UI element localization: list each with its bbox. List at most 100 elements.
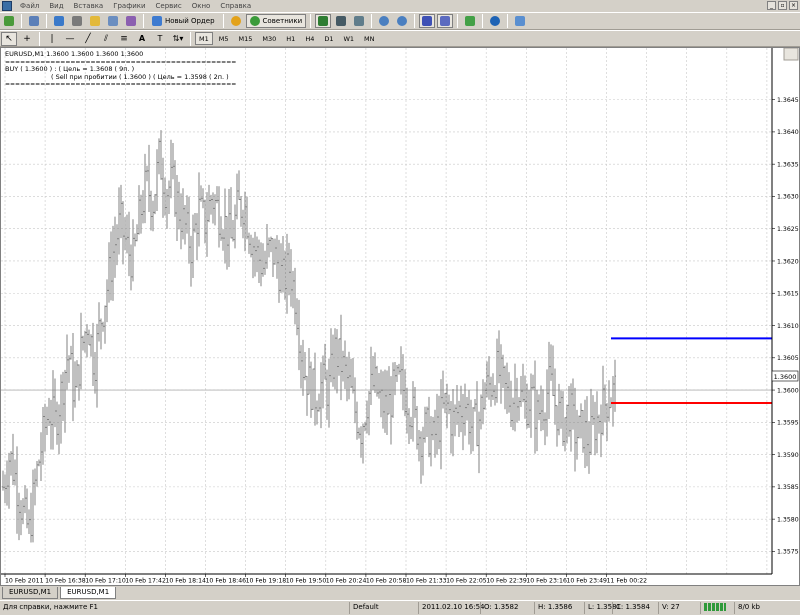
timeframe-m15[interactable]: M15 — [235, 32, 257, 45]
zoom-in-button[interactable] — [376, 14, 392, 28]
cursor-button[interactable]: ↖ — [1, 31, 17, 46]
menu-file[interactable]: Файл — [15, 2, 44, 10]
new-order-icon — [152, 16, 162, 26]
fibonacci-button[interactable]: ≡ — [116, 32, 132, 46]
menu-view[interactable]: Вид — [44, 2, 68, 10]
experts-label: Советники — [262, 17, 303, 25]
toolbar-separator — [482, 14, 484, 28]
tab-eurusd-m1[interactable]: EURUSD,M1 — [2, 587, 59, 599]
timeframe-d1[interactable]: D1 — [320, 32, 337, 45]
toolbar-separator — [457, 14, 459, 28]
app-icon — [2, 1, 12, 11]
line-chart-button[interactable] — [351, 14, 367, 28]
menu-tools[interactable]: Сервис — [151, 2, 187, 10]
data-window-button[interactable] — [87, 14, 103, 28]
menu-window[interactable]: Окно — [187, 2, 216, 10]
status-close: C: 1.3584 — [612, 602, 650, 614]
status-open: O: 1.3582 — [480, 602, 518, 614]
arrows-button[interactable]: ⇅▾ — [170, 32, 186, 46]
timeframe-m1[interactable]: M1 — [195, 32, 213, 45]
market-watch-button[interactable] — [51, 14, 67, 28]
x-tick-label: 10 Feb 22:39 — [486, 578, 527, 585]
crosshair-icon: + — [23, 33, 31, 44]
x-tick-label: 10 Feb 22:05 — [446, 578, 487, 585]
terminal-icon — [108, 16, 118, 26]
toolbar-separator — [371, 14, 373, 28]
text-button[interactable]: A — [134, 32, 150, 46]
metaeditor-button[interactable] — [228, 14, 244, 28]
connection-bars-icon — [704, 603, 726, 611]
y-tick-label: 1.3615 — [777, 291, 799, 298]
candle-chart-button[interactable] — [333, 14, 349, 28]
chart-window[interactable]: 1.3645 1.3640 1.3635 1.3630 1.3625 1.3620 1.36… — [0, 47, 800, 586]
y-tick-label: 1.3580 — [777, 516, 799, 523]
x-tick-label: 10 Feb 21:33 — [406, 578, 447, 585]
templates-button[interactable] — [512, 14, 528, 28]
menu-insert[interactable]: Вставка — [69, 2, 109, 10]
x-tick-label: 10 Feb 18:14 — [165, 578, 206, 585]
timeframe-h4[interactable]: H4 — [301, 32, 318, 45]
market-watch-icon — [54, 16, 64, 26]
minimize-button[interactable]: _ — [767, 1, 776, 10]
y-tick-label: 1.3635 — [777, 161, 799, 168]
close-button[interactable]: × — [789, 1, 798, 10]
channel-button[interactable]: ⫽ — [98, 32, 114, 46]
chart-scroll-handle[interactable] — [783, 47, 799, 61]
toolbar-separator — [222, 14, 224, 28]
x-tick-label: 10 Feb 17:42 — [125, 578, 166, 585]
horizontal-line-button[interactable]: — — [62, 32, 78, 46]
trendline-button[interactable]: ╱ — [80, 32, 96, 46]
crosshair-button[interactable]: + — [19, 32, 35, 46]
status-help: Для справки, нажмите F1 — [3, 603, 98, 611]
x-tick-label: 10 Feb 19:50 — [286, 578, 327, 585]
channel-icon: ⫽ — [103, 33, 108, 44]
timeframe-mn[interactable]: MN — [360, 32, 378, 45]
timeframe-m30[interactable]: M30 — [258, 32, 280, 45]
toolbar-separator — [190, 31, 191, 46]
zoom-in-icon — [379, 16, 390, 26]
tester-button[interactable] — [123, 14, 139, 28]
price-chart[interactable]: 1.3645 1.3640 1.3635 1.3630 1.3625 1.3620 1.36… — [1, 47, 799, 585]
chart-tabs: EURUSD,M1 EURUSD,M1 — [0, 586, 800, 599]
y-tick-label: 1.3630 — [777, 194, 799, 201]
new-order-label: Новый Ордер — [165, 17, 215, 25]
folder-icon — [90, 16, 100, 26]
status-bar: Для справки, нажмите F1 Default 2011.02.… — [0, 600, 800, 614]
toolbar-separator — [21, 14, 22, 28]
label-button[interactable]: T — [152, 32, 168, 46]
new-chart-button[interactable] — [1, 14, 17, 28]
menu-help[interactable]: Справка — [215, 2, 256, 10]
menu-bar: Файл Вид Вставка Графики Сервис Окно Спр… — [0, 0, 800, 12]
periods-button[interactable] — [487, 14, 503, 28]
chart-shift-icon — [440, 16, 451, 26]
toolbar-separator — [310, 14, 312, 28]
tab-eurusd-m1-active[interactable]: EURUSD,M1 — [60, 587, 117, 599]
zoom-out-button[interactable] — [394, 14, 410, 28]
vertical-line-button[interactable]: | — [44, 32, 60, 46]
toolbar-separator — [507, 14, 509, 28]
indicators-button[interactable] — [462, 14, 478, 28]
new-order-button[interactable]: Новый Ордер — [148, 14, 219, 28]
bar-chart-button[interactable] — [315, 14, 332, 28]
chart-shift-button[interactable] — [437, 14, 454, 28]
timeframe-h1[interactable]: H1 — [282, 32, 299, 45]
navigator-button[interactable] — [69, 14, 85, 28]
menu-charts[interactable]: Графики — [108, 2, 150, 10]
autoscroll-button[interactable] — [419, 14, 436, 28]
line-chart-icon — [354, 16, 365, 26]
indicators-icon — [465, 16, 476, 26]
profiles-button[interactable] — [26, 14, 42, 28]
status-volume: V: 27 — [658, 602, 680, 614]
restore-button[interactable]: ▫ — [778, 1, 787, 10]
timeframe-w1[interactable]: W1 — [339, 32, 358, 45]
experts-button[interactable]: Советники — [245, 14, 307, 28]
timeframe-m5[interactable]: M5 — [215, 32, 233, 45]
x-tick-label: 11 Feb 00:22 — [607, 578, 648, 585]
status-profile: Default — [349, 602, 379, 614]
toolbar-separator — [143, 14, 144, 28]
terminal-button[interactable] — [105, 14, 121, 28]
y-tick-label: 1.3625 — [777, 226, 799, 233]
y-tick-label: 1.3575 — [777, 549, 799, 556]
x-tick-label: 10 Feb 23:49 — [566, 578, 607, 585]
arrows-icon: ⇅▾ — [172, 34, 184, 43]
